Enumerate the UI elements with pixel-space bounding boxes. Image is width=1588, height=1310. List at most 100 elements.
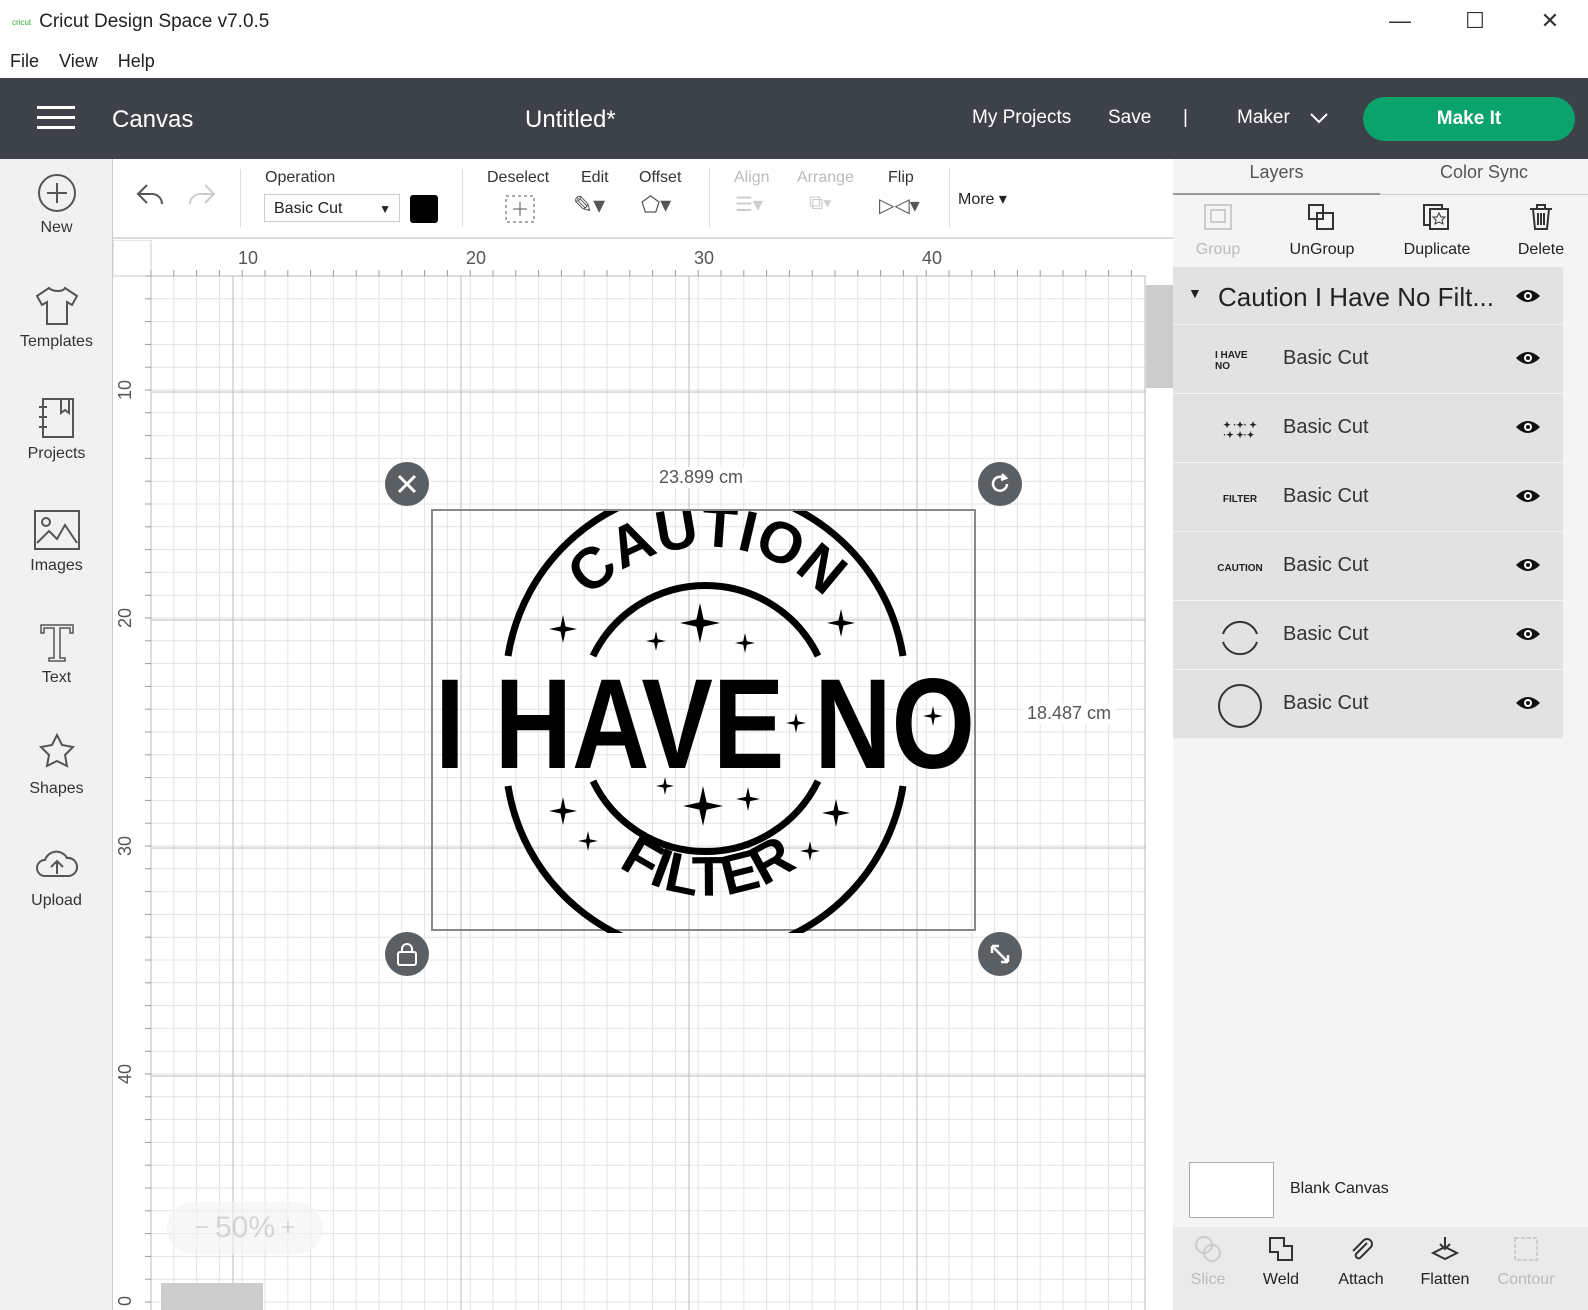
delete-label: Delete <box>1517 241 1565 258</box>
zoom-in-button[interactable]: + <box>281 1214 295 1242</box>
star-mark <box>680 603 720 643</box>
sidebar-item-upload[interactable]: Upload <box>0 844 113 910</box>
group-button[interactable]: Group <box>1168 203 1268 259</box>
tab-color-sync[interactable]: Color Sync <box>1380 159 1588 195</box>
menu-view[interactable]: View <box>59 51 98 72</box>
flatten-button[interactable]: Flatten <box>1405 1235 1485 1289</box>
menu-help[interactable]: Help <box>118 51 155 72</box>
operation-select[interactable]: Basic Cut ▼ <box>264 194 400 222</box>
contour-label: Contour <box>1497 1271 1555 1288</box>
minimize-button[interactable]: — <box>1380 8 1420 34</box>
eye-icon[interactable] <box>1515 556 1541 574</box>
rotate-handle[interactable] <box>978 462 1022 506</box>
chevron-down-icon[interactable] <box>1309 111 1329 125</box>
layer-thumbnail: FILTER <box>1222 493 1258 505</box>
ruler-top-label: 40 <box>922 248 942 268</box>
maximize-button[interactable]: ☐ <box>1455 8 1495 34</box>
flip-icon[interactable]: ▷◁▾ <box>879 193 920 218</box>
star-mark <box>827 609 855 637</box>
ruler-corner <box>113 240 152 277</box>
hamburger-menu-icon[interactable] <box>37 104 75 132</box>
deselect-label: Deselect <box>487 169 550 186</box>
vertical-scrollbar-thumb[interactable] <box>1146 285 1173 388</box>
layer-thumbnail: I HAVE NO <box>1215 350 1248 372</box>
star-mark <box>549 615 577 643</box>
delete-button[interactable]: Delete <box>1491 203 1588 259</box>
ruler-left-label: 40 <box>115 1064 135 1084</box>
layer-group-header[interactable]: ▼ Caution I Have No Filt... <box>1173 267 1563 325</box>
eye-icon[interactable] <box>1515 287 1541 305</box>
layer-item[interactable]: ✦ ·✦· ✦ ·✦ ✦·✦ Basic Cut <box>1173 394 1563 463</box>
layer-item[interactable]: FILTER Basic Cut <box>1173 463 1563 532</box>
eye-icon[interactable] <box>1515 625 1541 643</box>
operation-value: Basic Cut <box>274 200 343 217</box>
duplicate-label: Duplicate <box>1403 241 1471 258</box>
dropdown-arrow-icon: ▼ <box>379 202 391 216</box>
operation-label: Operation <box>265 169 336 186</box>
edit-icon[interactable]: ✎▾ <box>573 191 605 220</box>
trash-icon <box>1530 204 1552 230</box>
app-header: Canvas Untitled* My Projects Save | Make… <box>0 78 1588 159</box>
sidebar-item-text[interactable]: Text <box>0 621 113 687</box>
attach-button[interactable]: Attach <box>1321 1235 1401 1289</box>
slice-button[interactable]: Slice <box>1168 1235 1248 1289</box>
star-mark <box>735 633 755 653</box>
group-icon <box>1204 204 1232 230</box>
horizontal-scrollbar-thumb[interactable] <box>161 1283 263 1310</box>
offset-icon[interactable]: ⬠▾ <box>641 192 671 218</box>
layer-item[interactable]: CAUTION Basic Cut <box>1173 532 1563 601</box>
make-it-button[interactable]: Make It <box>1363 97 1575 141</box>
lock-handle[interactable] <box>385 932 429 976</box>
layer-item[interactable]: Basic Cut <box>1173 601 1563 670</box>
sidebar-item-images[interactable]: Images <box>0 509 113 575</box>
color-swatch[interactable] <box>410 195 438 223</box>
duplicate-button[interactable]: Duplicate <box>1387 203 1487 259</box>
undo-icon[interactable] <box>135 181 167 209</box>
edit-label: Edit <box>581 169 609 186</box>
ungroup-button[interactable]: UnGroup <box>1272 203 1372 259</box>
height-dimension: 18.487 cm <box>1023 703 1116 724</box>
my-projects-link[interactable]: My Projects <box>972 107 1071 129</box>
eye-icon[interactable] <box>1515 487 1541 505</box>
sidebar-item-new[interactable]: New <box>0 173 113 237</box>
align-icon[interactable]: ☰▾ <box>735 192 763 217</box>
resize-handle[interactable] <box>978 932 1022 976</box>
layer-item[interactable]: Basic Cut <box>1173 670 1563 739</box>
eye-icon[interactable] <box>1515 418 1541 436</box>
more-button[interactable]: More ▾ <box>958 189 1007 209</box>
eye-icon[interactable] <box>1515 694 1541 712</box>
layer-item[interactable]: I HAVE NO Basic Cut <box>1173 325 1563 394</box>
redo-icon[interactable] <box>185 181 217 209</box>
close-button[interactable]: ✕ <box>1530 8 1570 34</box>
layer-name: Basic Cut <box>1283 623 1369 645</box>
more-label: More <box>958 191 995 208</box>
tab-layers[interactable]: Layers <box>1173 159 1380 195</box>
layer-name: Basic Cut <box>1283 485 1369 507</box>
design-canvas[interactable]: 1020304050102030400 23.899 cm 18.487 cm … <box>113 240 1146 1310</box>
sidebar-item-templates[interactable]: Templates <box>0 285 113 351</box>
eye-icon[interactable] <box>1515 349 1541 367</box>
duplicate-icon <box>1423 204 1449 230</box>
contour-button[interactable]: Contour <box>1486 1235 1566 1289</box>
selection-box[interactable]: CAUTION I HAVE NO FILTER <box>431 484 976 958</box>
layer-name: Basic Cut <box>1283 347 1369 369</box>
deselect-icon[interactable] <box>505 195 535 223</box>
sidebar-label: Projects <box>27 445 86 462</box>
arrange-icon[interactable]: ⧉▾ <box>809 192 832 215</box>
sidebar-item-projects[interactable]: Projects <box>0 397 113 463</box>
weld-button[interactable]: Weld <box>1241 1235 1321 1289</box>
collapse-caret-icon[interactable]: ▼ <box>1188 285 1202 301</box>
machine-select[interactable]: Maker <box>1237 107 1290 129</box>
remove-handle[interactable] <box>385 462 429 506</box>
zoom-out-button[interactable]: − <box>195 1214 209 1242</box>
save-button[interactable]: Save <box>1108 107 1151 129</box>
tshirt-icon <box>35 286 78 325</box>
star-mark <box>822 799 850 827</box>
rotate-icon <box>991 473 1009 492</box>
paperclip-icon <box>1352 1238 1373 1260</box>
menu-file[interactable]: File <box>10 51 39 72</box>
blank-canvas-label: Blank Canvas <box>1290 1180 1389 1197</box>
sidebar-item-shapes[interactable]: Shapes <box>0 732 113 798</box>
blank-canvas-swatch[interactable] <box>1189 1162 1274 1218</box>
close-icon <box>397 474 417 494</box>
